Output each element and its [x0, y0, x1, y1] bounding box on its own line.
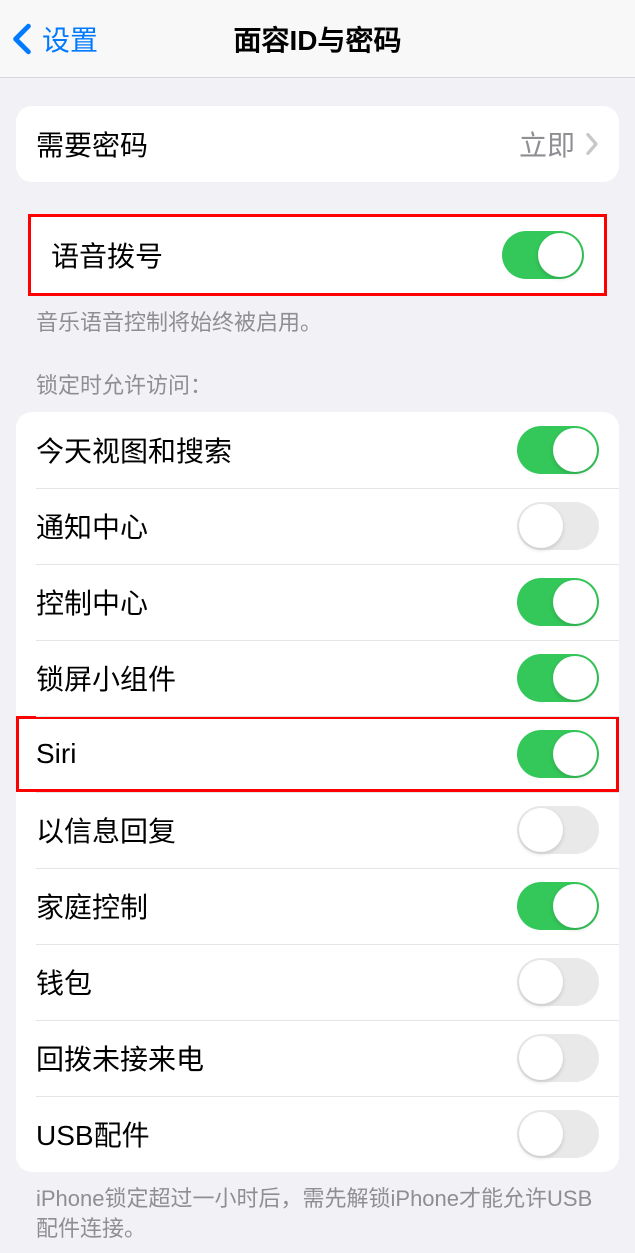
page-title: 面容ID与密码	[233, 19, 401, 59]
toggle-knob	[553, 732, 597, 776]
chevron-right-icon	[585, 132, 599, 156]
toggle-knob	[553, 580, 597, 624]
voice-dial-label: 语音拨号	[51, 235, 502, 275]
section-require-passcode: 需要密码 立即	[16, 106, 619, 182]
require-passcode-row[interactable]: 需要密码 立即	[16, 106, 619, 182]
locked-access-toggle[interactable]	[517, 806, 599, 854]
locked-access-label: 回拨未接来电	[36, 1038, 517, 1078]
locked-access-row: 通知中心	[16, 488, 619, 564]
locked-access-label: 家庭控制	[36, 886, 517, 926]
locked-access-toggle[interactable]	[517, 654, 599, 702]
voice-dial-row: 语音拨号	[31, 217, 604, 293]
locked-access-row: 家庭控制	[16, 868, 619, 944]
toggle-knob	[519, 960, 563, 1004]
locked-access-toggle[interactable]	[517, 426, 599, 474]
section-locked-access: 锁定时允许访问： 今天视图和搜索通知中心控制中心锁屏小组件 Siri 以信息回复家庭…	[16, 371, 619, 1245]
back-button[interactable]: 设置	[0, 19, 98, 59]
back-label: 设置	[42, 19, 98, 59]
locked-access-row: 回拨未接来电	[16, 1020, 619, 1096]
locked-access-row: USB配件	[16, 1096, 619, 1172]
locked-access-toggle[interactable]	[517, 882, 599, 930]
locked-access-toggle[interactable]	[517, 578, 599, 626]
locked-access-label: 控制中心	[36, 582, 517, 622]
locked-access-label: 锁屏小组件	[36, 658, 517, 698]
chevron-left-icon	[12, 23, 32, 55]
locked-access-header: 锁定时允许访问：	[16, 371, 619, 412]
section-voice-dial: 语音拨号音乐语音控制将始终被启用。	[16, 214, 619, 339]
locked-access-row: Siri	[16, 716, 619, 792]
toggle-knob	[519, 1036, 563, 1080]
header-bar: 设置 面容ID与密码	[0, 0, 635, 78]
locked-access-label: 通知中心	[36, 506, 517, 546]
voice-dial-toggle[interactable]	[502, 231, 584, 279]
toggle-knob	[553, 428, 597, 472]
locked-access-label: 以信息回复	[36, 810, 517, 850]
toggle-knob	[553, 656, 597, 700]
locked-access-footer: iPhone锁定超过一小时后，需先解锁iPhone才能允许USB配件连接。	[16, 1172, 619, 1246]
locked-access-row: 锁屏小组件	[16, 640, 619, 716]
locked-access-toggle[interactable]	[517, 1034, 599, 1082]
locked-access-toggle[interactable]	[517, 730, 599, 778]
locked-access-toggle[interactable]	[517, 502, 599, 550]
locked-access-toggle[interactable]	[517, 958, 599, 1006]
require-passcode-value: 立即	[519, 124, 575, 164]
locked-access-row: 今天视图和搜索	[16, 412, 619, 488]
require-passcode-label: 需要密码	[36, 124, 519, 164]
locked-access-label: Siri	[36, 738, 517, 770]
locked-access-toggle[interactable]	[517, 1110, 599, 1158]
toggle-knob	[519, 1112, 563, 1156]
toggle-knob	[519, 808, 563, 852]
toggle-knob	[553, 884, 597, 928]
locked-access-label: 钱包	[36, 962, 517, 1002]
locked-access-label: USB配件	[36, 1114, 517, 1154]
toggle-knob	[538, 233, 582, 277]
voice-dial-footer: 音乐语音控制将始终被启用。	[16, 296, 619, 339]
locked-access-row: 钱包	[16, 944, 619, 1020]
locked-access-label: 今天视图和搜索	[36, 430, 517, 470]
toggle-knob	[519, 504, 563, 548]
locked-access-row: 以信息回复	[16, 792, 619, 868]
locked-access-row: 控制中心	[16, 564, 619, 640]
